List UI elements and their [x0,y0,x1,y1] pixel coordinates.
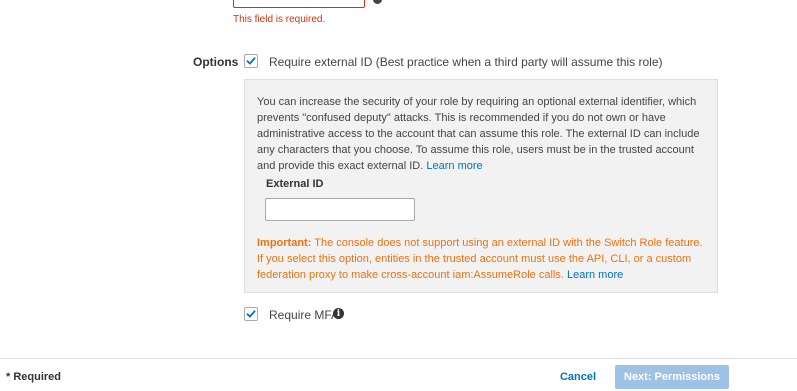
checkmark-icon [246,57,256,65]
required-note: * Required [6,371,62,383]
important-text: The console does not support using an ex… [257,237,703,281]
help-icon[interactable] [373,0,382,4]
external-id-label: External ID [266,178,324,190]
footer-divider [0,358,797,359]
important-warning: Important: The console does not support … [257,235,709,283]
external-id-description: You can increase the security of your ro… [257,94,709,174]
external-id-input[interactable] [265,198,415,221]
require-mfa-checkbox[interactable] [244,307,258,321]
next-permissions-button[interactable]: Next: Permissions [615,365,729,389]
important-learn-more-link[interactable]: Learn more [567,269,623,281]
require-mfa-label: Require MFA [269,308,340,322]
cancel-button[interactable]: Cancel [552,365,604,389]
options-label: Options [193,55,239,69]
important-label: Important: [257,237,312,249]
checkmark-icon [246,310,256,318]
info-icon[interactable]: i [333,308,344,319]
field-error-message: This field is required. [233,14,326,25]
account-id-input[interactable] [233,0,365,8]
require-external-id-label: Require external ID (Best practice when … [269,55,663,69]
learn-more-link[interactable]: Learn more [426,160,482,172]
require-external-id-checkbox[interactable] [244,54,258,68]
